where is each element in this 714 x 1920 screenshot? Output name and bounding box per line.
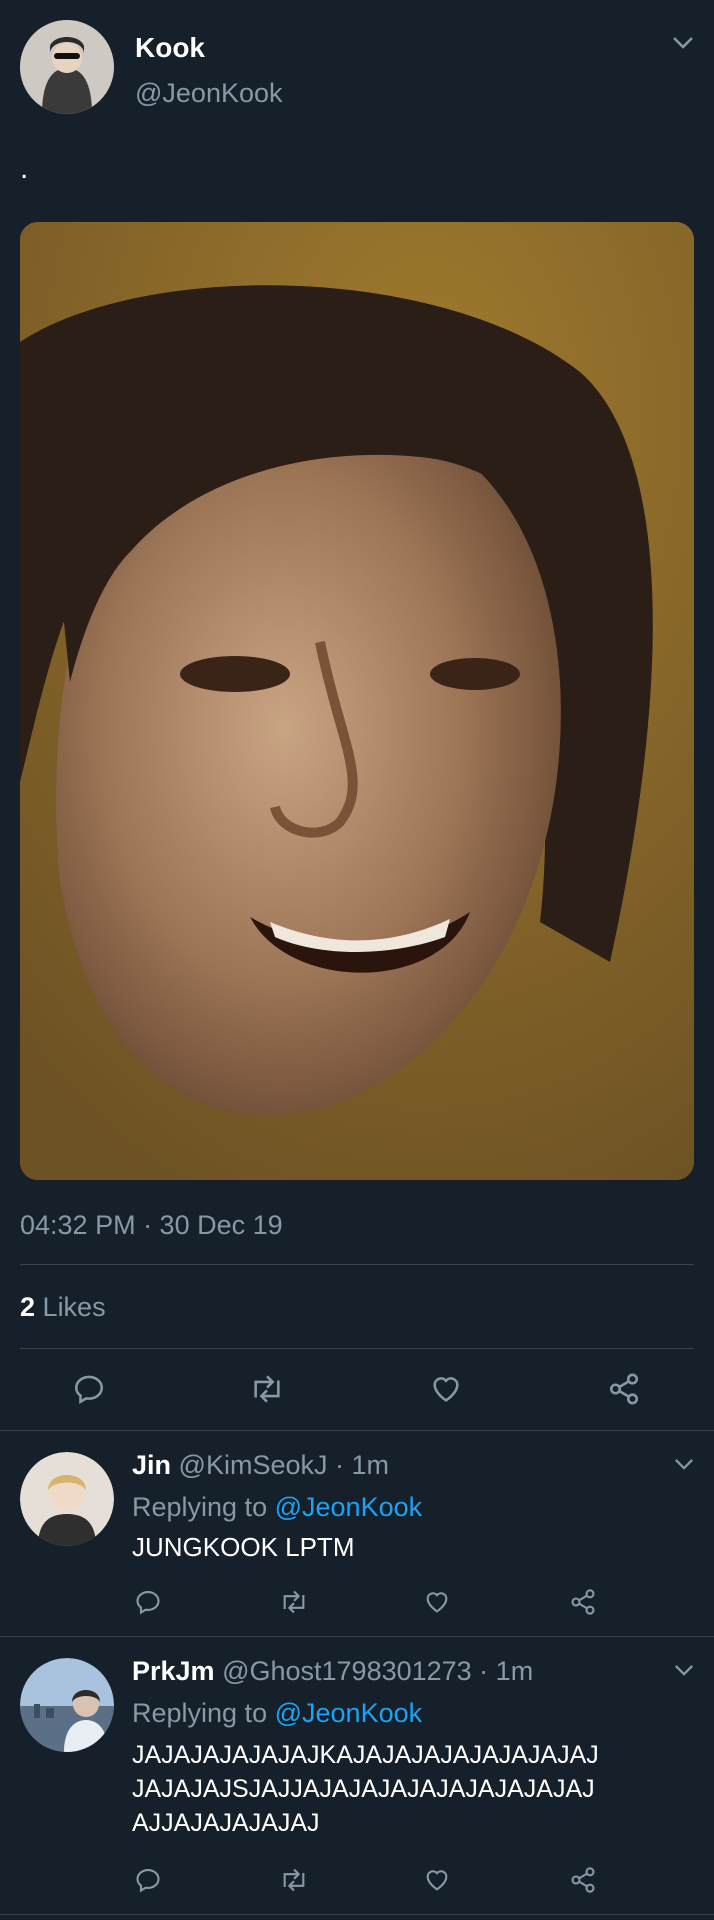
reply-display-name[interactable]: PrkJm	[132, 1656, 215, 1686]
replying-to-link[interactable]: @JeonKook	[275, 1492, 423, 1522]
replying-to-link[interactable]: @JeonKook	[275, 1698, 423, 1728]
author-avatar[interactable]	[20, 20, 114, 114]
like-icon	[426, 1870, 448, 1891]
likes-label: Likes	[42, 1292, 106, 1322]
likes-count: 2	[20, 1292, 36, 1322]
retweet-button[interactable]	[248, 1372, 286, 1406]
reply-button[interactable]	[134, 1588, 162, 1616]
reply-text-line: JAJAJAJAJAJAJKAJAJAJAJAJAJAJAJAJ	[132, 1741, 599, 1769]
retweet-icon	[283, 1590, 305, 1614]
like-button[interactable]	[428, 1372, 464, 1406]
share-icon	[571, 1589, 595, 1615]
like-button[interactable]	[422, 1588, 452, 1616]
reply-options-chevron-icon[interactable]	[674, 1458, 694, 1471]
author-handle[interactable]: @JeonKook	[135, 78, 283, 109]
like-icon	[426, 1592, 448, 1613]
divider	[0, 1636, 714, 1637]
reply-icon	[74, 1375, 104, 1405]
reply-icon	[136, 1591, 160, 1615]
reply-text-line: AJJAJAJAJAJAJ	[132, 1809, 320, 1837]
like-icon	[433, 1377, 459, 1402]
reply-display-name[interactable]: Jin	[132, 1450, 171, 1480]
reply-avatar[interactable]	[20, 1452, 114, 1546]
retweet-button[interactable]	[278, 1866, 310, 1894]
reply-meta[interactable]: @Ghost1798301273 · 1m	[222, 1656, 533, 1686]
divider	[20, 1348, 694, 1349]
avatar-icon	[20, 1452, 114, 1546]
reply-options-chevron-icon[interactable]	[674, 1664, 694, 1677]
reply-avatar[interactable]	[20, 1658, 114, 1752]
share-button[interactable]	[568, 1588, 598, 1616]
retweet-icon	[283, 1868, 305, 1892]
retweet-button[interactable]	[278, 1588, 310, 1616]
share-icon	[609, 1373, 639, 1405]
like-button[interactable]	[422, 1866, 452, 1894]
replying-to-line: Replying to @JeonKook	[132, 1698, 422, 1729]
reply-icon	[136, 1869, 160, 1893]
replying-to-line: Replying to @JeonKook	[132, 1492, 422, 1523]
reply-meta[interactable]: @KimSeokJ · 1m	[179, 1450, 389, 1480]
avatar-icon	[20, 20, 114, 114]
author-display-name[interactable]: Kook	[135, 32, 205, 64]
tweet-timestamp[interactable]: 04:32 PM · 30 Dec 19	[20, 1210, 283, 1241]
replying-to-prefix: Replying to	[132, 1492, 268, 1522]
tweet-options-chevron-icon[interactable]	[672, 36, 694, 50]
divider	[0, 1914, 714, 1915]
likes-stat[interactable]: 2 Likes	[20, 1292, 106, 1323]
reply-header: Jin @KimSeokJ · 1m	[132, 1450, 389, 1481]
reply-text-line: JAJAJAJSJAJJAJAJAJAJAJAJAJAJAJAJ	[132, 1775, 595, 1803]
avatar-icon	[20, 1658, 114, 1752]
reply-button[interactable]	[134, 1866, 162, 1894]
share-button[interactable]	[606, 1372, 642, 1406]
replying-to-prefix: Replying to	[132, 1698, 268, 1728]
tweet-media-image[interactable]	[20, 222, 694, 1180]
divider	[20, 1264, 694, 1265]
divider	[0, 1430, 714, 1431]
tweet-text: .	[20, 152, 29, 185]
share-icon	[571, 1867, 595, 1893]
reply-text: JAJAJAJAJAJAJKAJAJAJAJAJAJAJAJAJ JAJAJAJ…	[132, 1738, 599, 1840]
share-button[interactable]	[568, 1866, 598, 1894]
reply-button[interactable]	[72, 1372, 106, 1406]
retweet-icon	[254, 1375, 280, 1403]
reply-header: PrkJm @Ghost1798301273 · 1m	[132, 1656, 533, 1687]
reply-text: JUNGKOOK LPTM	[132, 1532, 355, 1562]
